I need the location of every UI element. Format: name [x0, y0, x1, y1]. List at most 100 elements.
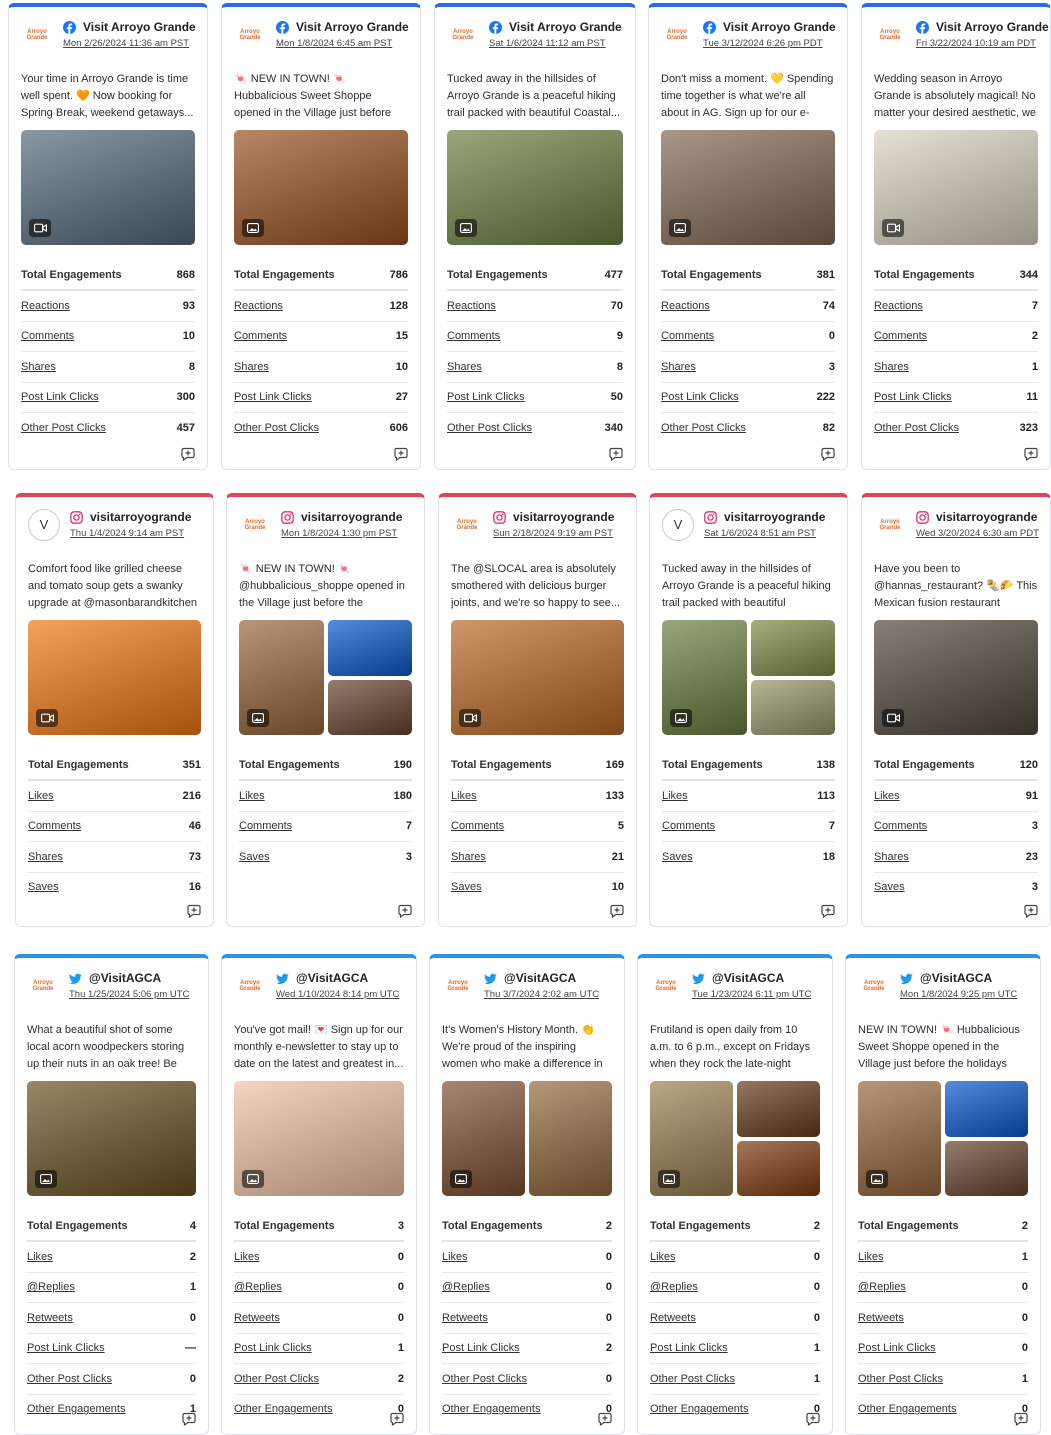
metric-label[interactable]: Post Link Clicks — [447, 391, 525, 403]
metric-label[interactable]: Saves — [451, 881, 482, 893]
metric-label[interactable]: Post Link Clicks — [21, 391, 99, 403]
post-date-link[interactable]: Tue 1/23/2024 6:11 pm UTC — [692, 989, 811, 1000]
add-comment-icon[interactable] — [609, 447, 623, 462]
metric-label[interactable]: Post Link Clicks — [442, 1342, 520, 1354]
metric-label[interactable]: Likes — [239, 790, 265, 802]
metric-label[interactable]: Other Engagements — [858, 1403, 956, 1415]
metric-label[interactable]: Saves — [662, 851, 693, 863]
post-date-link[interactable]: Wed 1/10/2024 8:14 pm UTC — [276, 989, 399, 1000]
post-date-link[interactable]: Thu 1/25/2024 5:06 pm UTC — [69, 989, 189, 1000]
post-card[interactable]: Arroyo Grande Visit Arroyo Grande Tue 3/1… — [648, 3, 848, 470]
metric-label[interactable]: Shares — [451, 851, 486, 863]
metric-label[interactable]: Post Link Clicks — [27, 1342, 105, 1354]
post-card[interactable]: Arroyo Grande visitarroyogrande Wed 3/20/… — [861, 493, 1051, 927]
post-date-link[interactable]: Thu 1/4/2024 9:14 am PST — [70, 528, 191, 539]
metric-label[interactable]: Comments — [451, 820, 504, 832]
add-comment-icon[interactable] — [181, 447, 195, 462]
post-date-link[interactable]: Fri 3/22/2024 10:19 am PDT — [916, 38, 1049, 49]
metric-label[interactable]: Shares — [447, 361, 482, 373]
post-image[interactable] — [21, 130, 195, 245]
metric-label[interactable]: Retweets — [858, 1312, 904, 1324]
post-image-grid[interactable] — [442, 1081, 612, 1196]
add-comment-icon[interactable] — [1024, 447, 1038, 462]
post-card[interactable]: Arroyo Grande Visit Arroyo Grande Sat 1/6… — [434, 3, 636, 470]
metric-label[interactable]: Shares — [28, 851, 63, 863]
add-comment-icon[interactable] — [821, 904, 835, 919]
metric-label[interactable]: @Replies — [442, 1281, 490, 1293]
add-comment-icon[interactable] — [187, 904, 201, 919]
metric-label[interactable]: Other Engagements — [234, 1403, 332, 1415]
metric-label[interactable]: Other Post Clicks — [858, 1373, 943, 1385]
metric-label[interactable]: Reactions — [21, 300, 70, 312]
metric-label[interactable]: Likes — [451, 790, 477, 802]
post-date-link[interactable]: Mon 2/26/2024 11:36 am PST — [63, 38, 196, 49]
metric-label[interactable]: Shares — [661, 361, 696, 373]
metric-label[interactable]: Post Link Clicks — [234, 1342, 312, 1354]
post-card[interactable]: Arroyo Grande Visit Arroyo Grande Mon 1/8… — [221, 3, 421, 470]
add-comment-icon[interactable] — [390, 1412, 404, 1427]
metric-label[interactable]: Comments — [239, 820, 292, 832]
metric-label[interactable]: Post Link Clicks — [874, 391, 952, 403]
metric-label[interactable]: Comments — [661, 330, 714, 342]
add-comment-icon[interactable] — [598, 1412, 612, 1427]
post-image[interactable] — [661, 130, 835, 245]
metric-label[interactable]: Likes — [662, 790, 688, 802]
post-image-grid[interactable] — [650, 1081, 820, 1196]
metric-label[interactable]: Likes — [874, 790, 900, 802]
metric-label[interactable]: Saves — [28, 881, 59, 893]
metric-label[interactable]: Post Link Clicks — [234, 391, 312, 403]
post-date-link[interactable]: Sat 1/6/2024 11:12 am PST — [489, 38, 622, 49]
metric-label[interactable]: Comments — [874, 330, 927, 342]
metric-label[interactable]: Other Engagements — [27, 1403, 125, 1415]
post-card[interactable]: Arroyo Grande visitarroyogrande Sun 2/18/… — [438, 493, 637, 927]
post-date-link[interactable]: Thu 3/7/2024 2:02 am UTC — [484, 989, 599, 1000]
post-card[interactable]: Arroyo Grande @VisitAGCA Mon 1/8/2024 9:2… — [845, 954, 1041, 1435]
metric-label[interactable]: Post Link Clicks — [858, 1342, 936, 1354]
add-comment-icon[interactable] — [394, 447, 408, 462]
post-card[interactable]: Arroyo Grande Visit Arroyo Grande Mon 2/2… — [8, 3, 208, 470]
metric-label[interactable]: Retweets — [27, 1312, 73, 1324]
metric-label[interactable]: Reactions — [661, 300, 710, 312]
metric-label[interactable]: Other Post Clicks — [442, 1373, 527, 1385]
metric-label[interactable]: Other Post Clicks — [234, 422, 319, 434]
metric-label[interactable]: @Replies — [27, 1281, 75, 1293]
post-image[interactable] — [28, 620, 201, 735]
metric-label[interactable]: @Replies — [858, 1281, 906, 1293]
post-date-link[interactable]: Tue 3/12/2024 6:26 pm PDT — [703, 38, 836, 49]
post-date-link[interactable]: Sun 2/18/2024 9:19 am PST — [493, 528, 614, 539]
metric-label[interactable]: Likes — [650, 1251, 676, 1263]
metric-label[interactable]: Shares — [874, 361, 909, 373]
metric-label[interactable]: Other Post Clicks — [661, 422, 746, 434]
metric-label[interactable]: Other Post Clicks — [21, 422, 106, 434]
metric-label[interactable]: Comments — [234, 330, 287, 342]
metric-label[interactable]: Shares — [874, 851, 909, 863]
metric-label[interactable]: Likes — [858, 1251, 884, 1263]
metric-label[interactable]: Likes — [27, 1251, 53, 1263]
post-card[interactable]: Arroyo Grande Visit Arroyo Grande Fri 3/2… — [861, 3, 1051, 470]
metric-label[interactable]: Likes — [234, 1251, 260, 1263]
metric-label[interactable]: Other Post Clicks — [234, 1373, 319, 1385]
post-card[interactable]: Arroyo Grande @VisitAGCA Thu 3/7/2024 2:0… — [429, 954, 625, 1435]
post-card[interactable]: Arroyo Grande @VisitAGCA Thu 1/25/2024 5:… — [14, 954, 209, 1435]
metric-label[interactable]: Shares — [234, 361, 269, 373]
post-card[interactable]: Arroyo Grande @VisitAGCA Wed 1/10/2024 8:… — [221, 954, 417, 1435]
metric-label[interactable]: Comments — [447, 330, 500, 342]
add-comment-icon[interactable] — [398, 904, 412, 919]
metric-label[interactable]: Post Link Clicks — [661, 391, 739, 403]
metric-label[interactable]: Saves — [874, 881, 905, 893]
post-card[interactable]: V visitarroyogrande Thu 1/4/2024 9:14 am… — [15, 493, 214, 927]
post-image[interactable] — [451, 620, 624, 735]
post-date-link[interactable]: Wed 3/20/2024 6:30 am PDT — [916, 528, 1039, 539]
metric-label[interactable]: Comments — [21, 330, 74, 342]
post-image[interactable] — [27, 1081, 196, 1196]
metric-label[interactable]: Other Post Clicks — [874, 422, 959, 434]
metric-label[interactable]: Likes — [28, 790, 54, 802]
post-date-link[interactable]: Mon 1/8/2024 9:25 pm UTC — [900, 989, 1017, 1000]
metric-label[interactable]: Reactions — [234, 300, 283, 312]
add-comment-icon[interactable] — [821, 447, 835, 462]
metric-label[interactable]: Other Post Clicks — [650, 1373, 735, 1385]
metric-label[interactable]: Retweets — [234, 1312, 280, 1324]
metric-label[interactable]: Other Engagements — [650, 1403, 748, 1415]
post-image-grid[interactable] — [662, 620, 835, 735]
metric-label[interactable]: Saves — [239, 851, 270, 863]
